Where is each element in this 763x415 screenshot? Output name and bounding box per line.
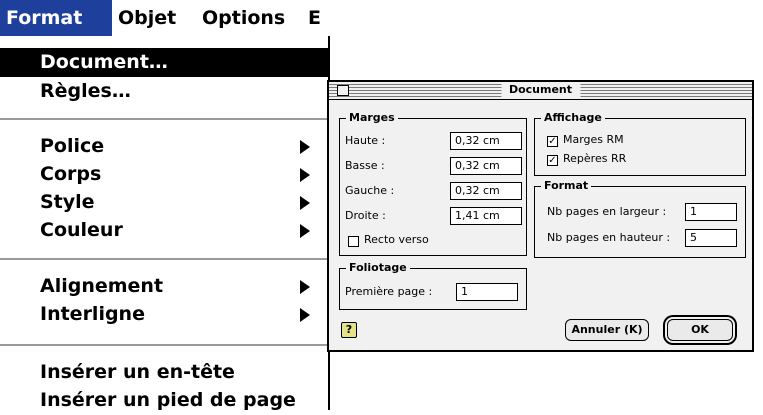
format-group: Format Nb pages en largeur : 1 Nb pages … [534, 179, 746, 258]
menu-item-document[interactable]: Document… [0, 48, 328, 77]
basse-field[interactable]: 0,32 cm [450, 157, 522, 175]
menu-item-label: Alignement [40, 275, 164, 297]
menu-item-label: Couleur [40, 219, 123, 241]
haute-label: Haute : [345, 134, 386, 147]
reperes-rr-label: Repères RR [563, 152, 627, 165]
menu-item-police[interactable]: Police [0, 132, 328, 161]
format-legend: Format [541, 179, 592, 193]
help-icon[interactable]: ? [341, 322, 357, 338]
cancel-button[interactable]: Annuler (K) [565, 319, 649, 341]
foliotage-group: Foliotage Première page : 1 [339, 261, 527, 310]
format-menu: Document… Règles… Police Corps Style Cou… [0, 36, 330, 411]
haute-field[interactable]: 0,32 cm [450, 132, 522, 150]
droite-label: Droite : [345, 209, 386, 222]
menu-bar: Format Objet Options E [0, 0, 330, 36]
affichage-legend: Affichage [541, 111, 605, 125]
menu-separator [0, 258, 328, 260]
pages-hauteur-field[interactable]: 5 [685, 229, 737, 247]
gauche-label: Gauche : [345, 184, 395, 197]
menu-format[interactable]: Format [0, 0, 112, 36]
submenu-arrow-icon [300, 196, 310, 210]
submenu-arrow-icon [300, 140, 310, 154]
menu-item-corps[interactable]: Corps [0, 160, 328, 189]
submenu-arrow-icon [300, 280, 310, 294]
menu-item-label: Police [40, 135, 105, 157]
marges-legend: Marges [346, 111, 398, 125]
menu-item-inserer-en-tete[interactable]: Insérer un en-tête [0, 358, 328, 387]
pages-largeur-label: Nb pages en largeur : [547, 205, 667, 218]
dialog-title: Document [500, 83, 581, 97]
marges-rm-checkbox[interactable]: ✓ [547, 136, 558, 147]
submenu-arrow-icon [300, 168, 310, 182]
submenu-arrow-icon [300, 308, 310, 322]
premiere-page-field[interactable]: 1 [456, 283, 518, 301]
submenu-arrow-icon [300, 224, 310, 238]
dialog-title-bar[interactable]: Document [329, 82, 752, 100]
menu-item-label: Interligne [40, 303, 145, 325]
menu-item-style[interactable]: Style [0, 188, 328, 217]
premiere-page-label: Première page : [345, 285, 433, 298]
pages-largeur-field[interactable]: 1 [685, 203, 737, 221]
recto-verso-label: Recto verso [364, 233, 429, 246]
menu-separator [0, 118, 328, 120]
marges-rm-label: Marges RM [563, 133, 624, 146]
menu-item-interligne[interactable]: Interligne [0, 300, 328, 329]
document-dialog: Document Marges Haute : 0,32 cm Basse : … [327, 80, 754, 352]
foliotage-legend: Foliotage [346, 261, 410, 275]
droite-field[interactable]: 1,41 cm [450, 207, 522, 225]
marges-group: Marges Haute : 0,32 cm Basse : 0,32 cm G… [339, 111, 527, 256]
menu-item-label: Corps [40, 163, 102, 185]
menu-item-regles[interactable]: Règles… [0, 77, 328, 106]
basse-label: Basse : [345, 159, 385, 172]
pages-hauteur-label: Nb pages en hauteur : [547, 231, 671, 244]
recto-verso-checkbox[interactable] [348, 236, 359, 247]
menu-separator [0, 344, 328, 346]
ok-button[interactable]: OK [667, 319, 733, 341]
menu-item-couleur[interactable]: Couleur [0, 216, 328, 245]
gauche-field[interactable]: 0,32 cm [450, 182, 522, 200]
reperes-rr-checkbox[interactable]: ✓ [547, 155, 558, 166]
close-box-icon[interactable] [337, 85, 349, 96]
menu-item-inserer-pied-de-page[interactable]: Insérer un pied de page [0, 386, 328, 415]
menu-item-label: Style [40, 191, 95, 213]
menu-objet[interactable]: Objet [112, 0, 182, 36]
menu-item-alignement[interactable]: Alignement [0, 272, 328, 301]
menu-options[interactable]: Options [196, 0, 291, 36]
menu-edition-partial[interactable]: E [302, 0, 327, 36]
affichage-group: Affichage ✓ Marges RM ✓ Repères RR [534, 111, 746, 176]
